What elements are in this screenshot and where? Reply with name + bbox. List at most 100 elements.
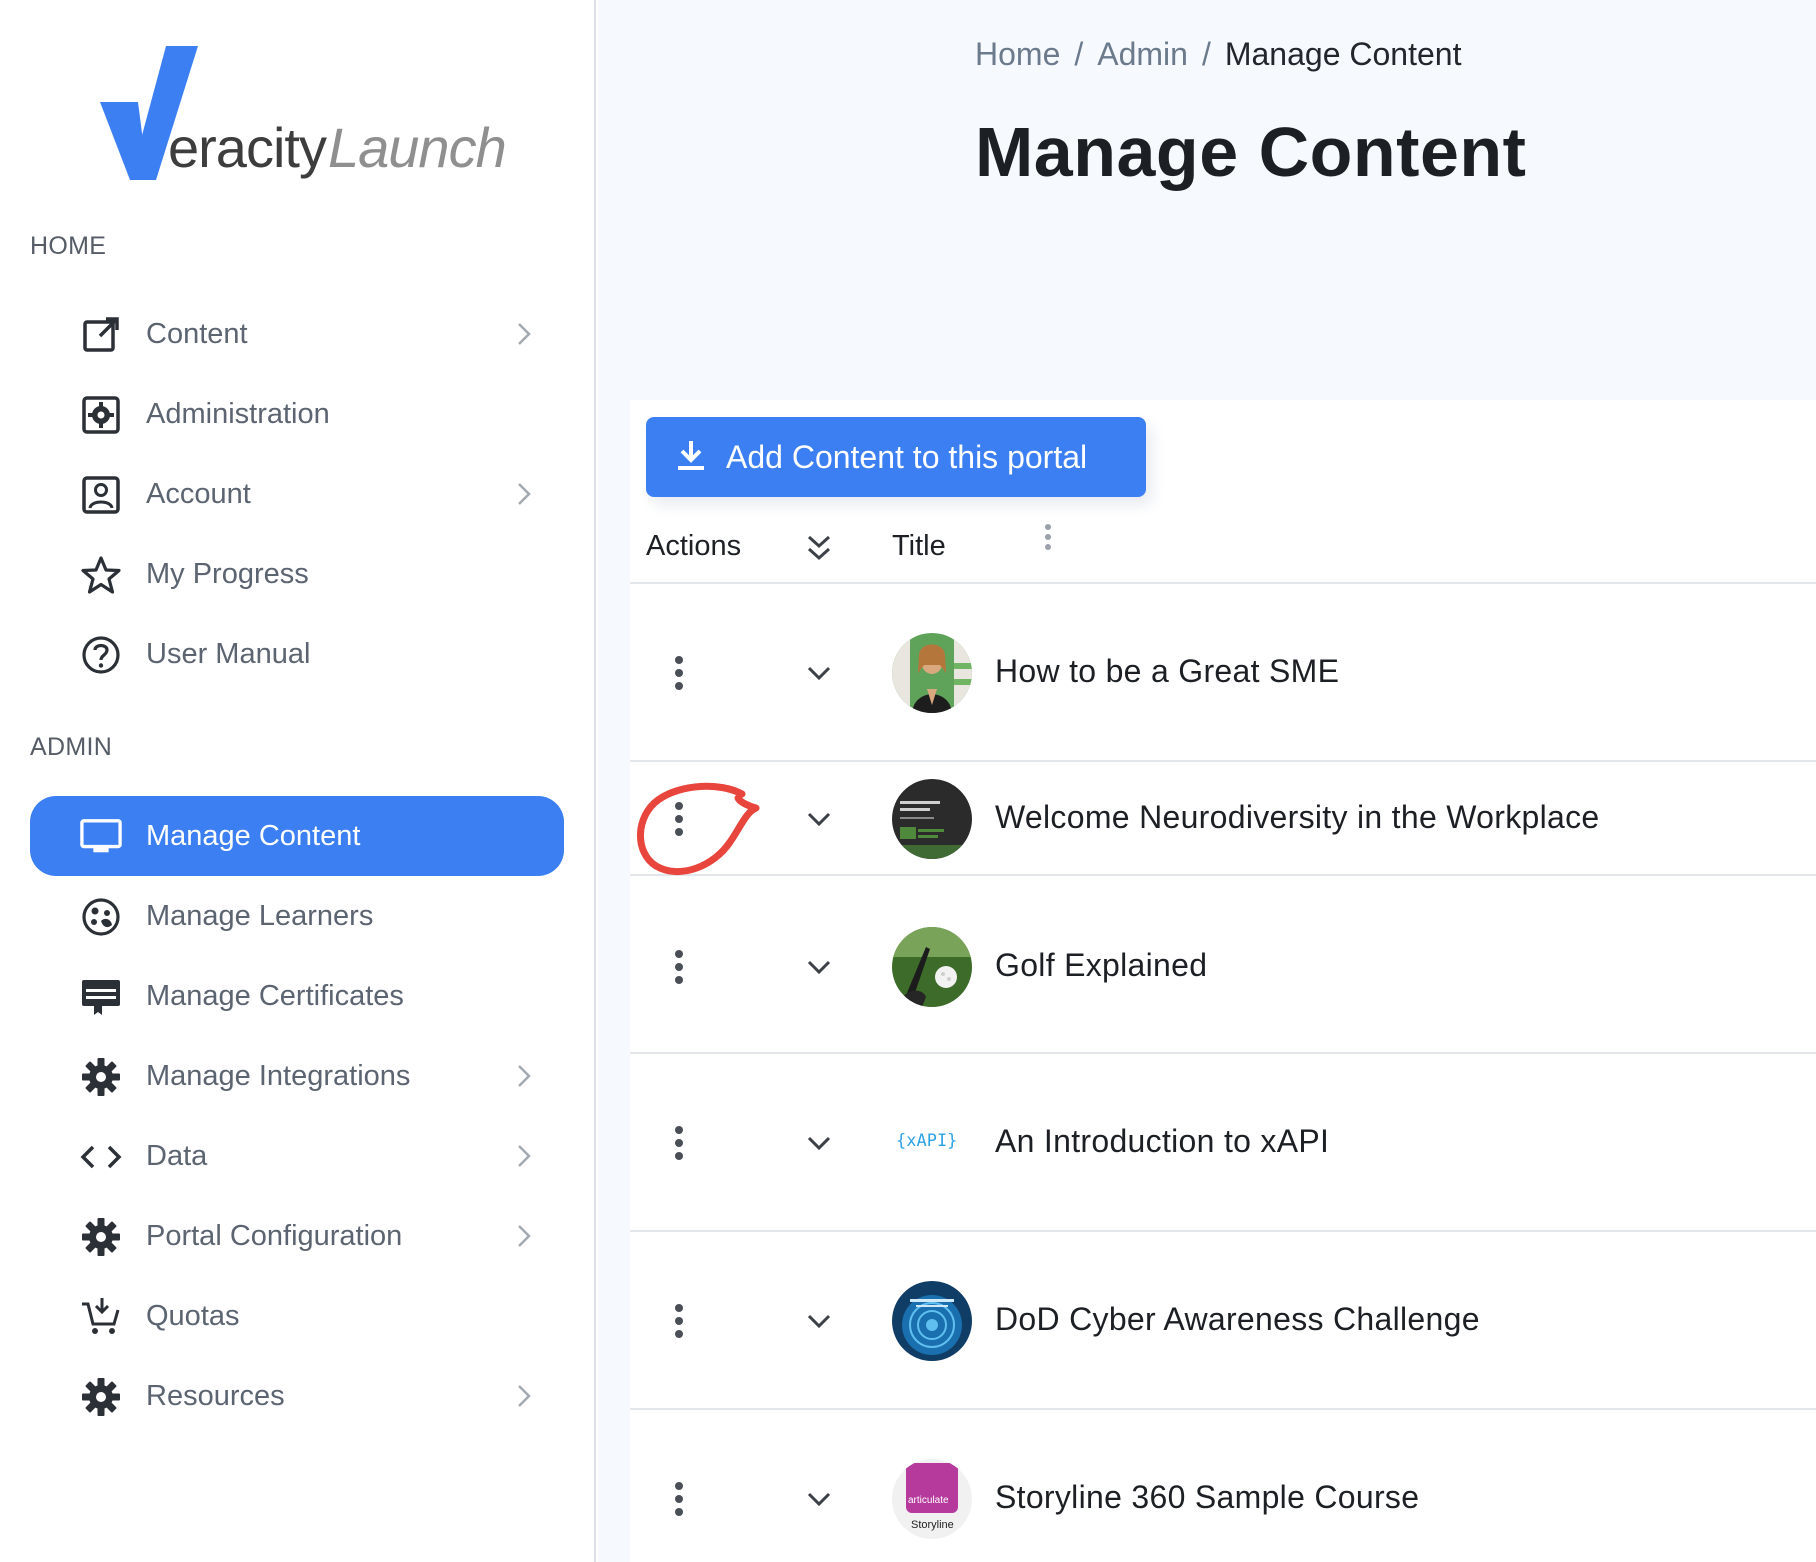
row-actions-menu-icon[interactable]: [672, 799, 686, 839]
sidebar-item-portal-configuration[interactable]: Portal Configuration: [30, 1196, 564, 1276]
sidebar-item-label: Content: [146, 318, 248, 350]
content-title[interactable]: An Introduction to xAPI: [995, 1123, 1329, 1160]
logo-word-launch: Launch: [328, 116, 507, 179]
sidebar-item-quotas[interactable]: Quotas: [30, 1276, 564, 1356]
content-thumbnail: [892, 927, 972, 1007]
sidebar-item-label: Manage Integrations: [146, 1060, 411, 1092]
content-title[interactable]: DoD Cyber Awareness Challenge: [995, 1301, 1480, 1338]
breadcrumb: Home / Admin / Manage Content: [975, 36, 1461, 73]
sidebar-item-label: My Progress: [146, 558, 309, 590]
gear-icon: [80, 1376, 122, 1418]
table-row[interactable]: Golf Explained: [630, 876, 1816, 1054]
content-thumbnail: [892, 779, 972, 859]
admin-gear-box-icon: [80, 394, 122, 436]
sidebar-item-label: Manage Certificates: [146, 980, 404, 1012]
content-title[interactable]: How to be a Great SME: [995, 653, 1339, 690]
chevron-down-icon[interactable]: [802, 1304, 836, 1338]
breadcrumb-admin[interactable]: Admin: [1097, 36, 1188, 72]
content-title[interactable]: Golf Explained: [995, 947, 1207, 984]
column-menu-icon[interactable]: [1042, 522, 1054, 554]
main-content: Home / Admin / Manage Content Manage Content…: [598, 0, 1816, 1562]
section-label-admin: ADMIN: [30, 733, 113, 761]
table-row[interactable]: {xAPI} An Introduction to xAPI: [630, 1054, 1816, 1232]
chevron-down-icon[interactable]: [802, 1482, 836, 1516]
code-icon: [80, 1136, 122, 1178]
table-row[interactable]: Welcome Neurodiversity in the Workplace: [630, 762, 1816, 876]
page-title: Manage Content: [975, 113, 1527, 191]
column-header-title[interactable]: Title: [892, 530, 946, 563]
logo-word-veracity: eracity: [168, 116, 327, 179]
sidebar-item-data[interactable]: Data: [30, 1116, 564, 1196]
add-content-button[interactable]: Add Content to this portal: [646, 417, 1146, 497]
monitor-icon: [80, 816, 122, 858]
breadcrumb-current: Manage Content: [1224, 36, 1462, 72]
gear-icon: [80, 1216, 122, 1258]
breadcrumb-home[interactable]: Home: [975, 36, 1060, 72]
xapi-logo-text: {xAPI}: [896, 1131, 958, 1151]
row-actions-menu-icon[interactable]: [672, 1301, 686, 1341]
app-window: eracity Launch HOME Content Administrati…: [0, 0, 1816, 1562]
chevron-right-icon: [510, 1222, 538, 1250]
row-actions-menu-icon[interactable]: [672, 1479, 686, 1519]
sidebar-item-label: Manage Learners: [146, 900, 374, 932]
chevron-right-icon: [510, 1142, 538, 1170]
sidebar-item-manage-integrations[interactable]: Manage Integrations: [30, 1036, 564, 1116]
sidebar-item-resources[interactable]: Resources: [30, 1356, 564, 1436]
table-header: Actions Title: [630, 510, 1816, 584]
chevron-down-icon[interactable]: [802, 802, 836, 836]
add-content-button-label: Add Content to this portal: [726, 439, 1088, 475]
row-actions-menu-icon[interactable]: [672, 1123, 686, 1163]
cart-icon: [80, 1296, 122, 1338]
certificate-icon: [80, 976, 122, 1018]
chevron-down-icon[interactable]: [802, 950, 836, 984]
sidebar-item-account[interactable]: Account: [30, 454, 564, 534]
chevron-right-icon: [510, 480, 538, 508]
table-row[interactable]: How to be a Great SME: [630, 584, 1816, 762]
sidebar-item-user-manual[interactable]: User Manual: [30, 614, 564, 694]
table-row[interactable]: articulate Storyline Storyline 360 Sampl…: [630, 1410, 1816, 1562]
content-thumbnail: {xAPI}: [892, 1103, 972, 1183]
chevron-right-icon: [510, 1382, 538, 1410]
articulate-logo-text: articulate: [908, 1495, 949, 1506]
sidebar-item-administration[interactable]: Administration: [30, 374, 564, 454]
gear-icon: [80, 1056, 122, 1098]
sidebar-item-label: User Manual: [146, 638, 311, 670]
sidebar-item-manage-certificates[interactable]: Manage Certificates: [30, 956, 564, 1036]
chevron-right-icon: [510, 320, 538, 348]
sidebar-item-label: Portal Configuration: [146, 1220, 403, 1252]
section-label-home: HOME: [30, 232, 107, 260]
table-row[interactable]: DoD Cyber Awareness Challenge: [630, 1232, 1816, 1410]
row-actions-menu-icon[interactable]: [672, 947, 686, 987]
help-circle-icon: [80, 634, 122, 676]
learners-icon: [80, 896, 122, 938]
sidebar-item-my-progress[interactable]: My Progress: [30, 534, 564, 614]
star-icon: [80, 554, 122, 596]
expand-all-icon[interactable]: [802, 532, 836, 566]
sidebar-item-label: Administration: [146, 398, 330, 430]
sidebar-item-label: Manage Content: [146, 820, 361, 852]
chevron-down-icon[interactable]: [802, 1126, 836, 1160]
breadcrumb-separator: /: [1201, 36, 1211, 72]
account-box-icon: [80, 474, 122, 516]
logo[interactable]: eracity Launch: [100, 40, 520, 190]
sidebar-item-manage-learners[interactable]: Manage Learners: [30, 876, 564, 956]
sidebar-item-content[interactable]: Content: [30, 294, 564, 374]
content-thumbnail: [892, 633, 972, 713]
chevron-down-icon[interactable]: [802, 656, 836, 690]
sidebar-item-label: Quotas: [146, 1300, 240, 1332]
content-thumbnail: [892, 1281, 972, 1361]
content-table-panel: Add Content to this portal Actions Title: [630, 400, 1816, 1562]
content-title[interactable]: Welcome Neurodiversity in the Workplace: [995, 799, 1600, 836]
storyline-caption: Storyline: [911, 1519, 954, 1531]
sidebar-item-manage-content[interactable]: Manage Content: [30, 796, 564, 876]
external-link-icon: [80, 314, 122, 356]
sidebar-item-label: Account: [146, 478, 251, 510]
sidebar-item-label: Resources: [146, 1380, 285, 1412]
chevron-right-icon: [510, 1062, 538, 1090]
download-icon: [676, 439, 706, 473]
content-title[interactable]: Storyline 360 Sample Course: [995, 1479, 1419, 1516]
column-header-actions: Actions: [646, 530, 742, 562]
row-actions-menu-icon[interactable]: [672, 653, 686, 693]
sidebar: eracity Launch HOME Content Administrati…: [0, 0, 596, 1562]
content-thumbnail: articulate Storyline: [892, 1459, 972, 1539]
